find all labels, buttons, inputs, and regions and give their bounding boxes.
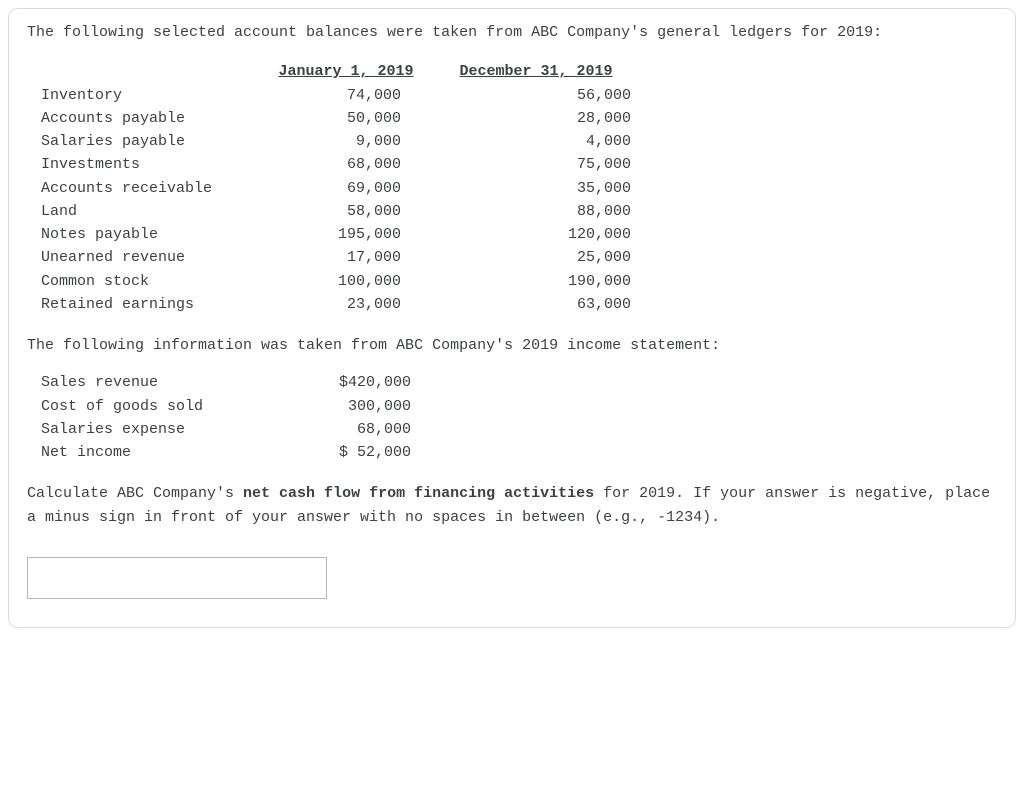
- row-value-jan: 68,000: [251, 153, 401, 176]
- row-value-jan: 195,000: [251, 223, 401, 246]
- row-value: $ 52,000: [291, 441, 411, 464]
- row-label: Notes payable: [41, 223, 251, 246]
- row-label: Unearned revenue: [41, 246, 251, 269]
- table-row: Land 58,000 88,000: [41, 200, 997, 223]
- row-label: Common stock: [41, 270, 251, 293]
- row-value-dec: 28,000: [481, 107, 631, 130]
- row-value-dec: 88,000: [481, 200, 631, 223]
- intro-text: The following selected account balances …: [27, 21, 997, 44]
- row-value-dec: 120,000: [481, 223, 631, 246]
- row-label: Accounts payable: [41, 107, 251, 130]
- row-value: 68,000: [291, 418, 411, 441]
- table-row: Investments 68,000 75,000: [41, 153, 997, 176]
- table-row: Net income $ 52,000: [41, 441, 997, 464]
- row-value-jan: 9,000: [251, 130, 401, 153]
- table-row: Salaries expense 68,000: [41, 418, 997, 441]
- row-label: Net income: [41, 441, 291, 464]
- row-value-dec: 75,000: [481, 153, 631, 176]
- header-january: January 1, 2019: [251, 60, 441, 83]
- row-label: Salaries expense: [41, 418, 291, 441]
- row-value-jan: 69,000: [251, 177, 401, 200]
- row-value-dec: 63,000: [481, 293, 631, 316]
- row-value-dec: 35,000: [481, 177, 631, 200]
- row-label: Land: [41, 200, 251, 223]
- table-row: Common stock 100,000 190,000: [41, 270, 997, 293]
- mid-text: The following information was taken from…: [27, 334, 997, 357]
- answer-input[interactable]: [27, 557, 327, 599]
- row-value-jan: 58,000: [251, 200, 401, 223]
- table-row: Notes payable 195,000 120,000: [41, 223, 997, 246]
- row-value-dec: 4,000: [481, 130, 631, 153]
- table-row: Accounts receivable 69,000 35,000: [41, 177, 997, 200]
- question-panel: The following selected account balances …: [8, 8, 1016, 628]
- table-row: Salaries payable 9,000 4,000: [41, 130, 997, 153]
- row-label: Cost of goods sold: [41, 395, 291, 418]
- row-value-jan: 17,000: [251, 246, 401, 269]
- row-label: Salaries payable: [41, 130, 251, 153]
- row-label: Accounts receivable: [41, 177, 251, 200]
- table-row: Unearned revenue 17,000 25,000: [41, 246, 997, 269]
- row-value-dec: 56,000: [481, 84, 631, 107]
- row-label: Inventory: [41, 84, 251, 107]
- balances-header-row: January 1, 2019 December 31, 2019: [41, 60, 997, 83]
- question-pre: Calculate ABC Company's: [27, 485, 243, 502]
- row-value-jan: 74,000: [251, 84, 401, 107]
- row-value: $420,000: [291, 371, 411, 394]
- balances-table: January 1, 2019 December 31, 2019 Invent…: [41, 60, 997, 316]
- income-table: Sales revenue $420,000 Cost of goods sol…: [41, 371, 997, 464]
- question-text: Calculate ABC Company's net cash flow fr…: [27, 482, 997, 529]
- table-row: Sales revenue $420,000: [41, 371, 997, 394]
- row-value-jan: 50,000: [251, 107, 401, 130]
- row-value-dec: 190,000: [481, 270, 631, 293]
- row-value: 300,000: [291, 395, 411, 418]
- row-label: Investments: [41, 153, 251, 176]
- row-value-dec: 25,000: [481, 246, 631, 269]
- row-label: Retained earnings: [41, 293, 251, 316]
- header-december: December 31, 2019: [441, 60, 631, 83]
- question-emphasis: net cash flow from financing activities: [243, 485, 594, 502]
- table-row: Retained earnings 23,000 63,000: [41, 293, 997, 316]
- table-row: Accounts payable 50,000 28,000: [41, 107, 997, 130]
- row-value-jan: 23,000: [251, 293, 401, 316]
- row-value-jan: 100,000: [251, 270, 401, 293]
- table-row: Cost of goods sold 300,000: [41, 395, 997, 418]
- table-row: Inventory 74,000 56,000: [41, 84, 997, 107]
- header-spacer: [41, 60, 251, 83]
- row-label: Sales revenue: [41, 371, 291, 394]
